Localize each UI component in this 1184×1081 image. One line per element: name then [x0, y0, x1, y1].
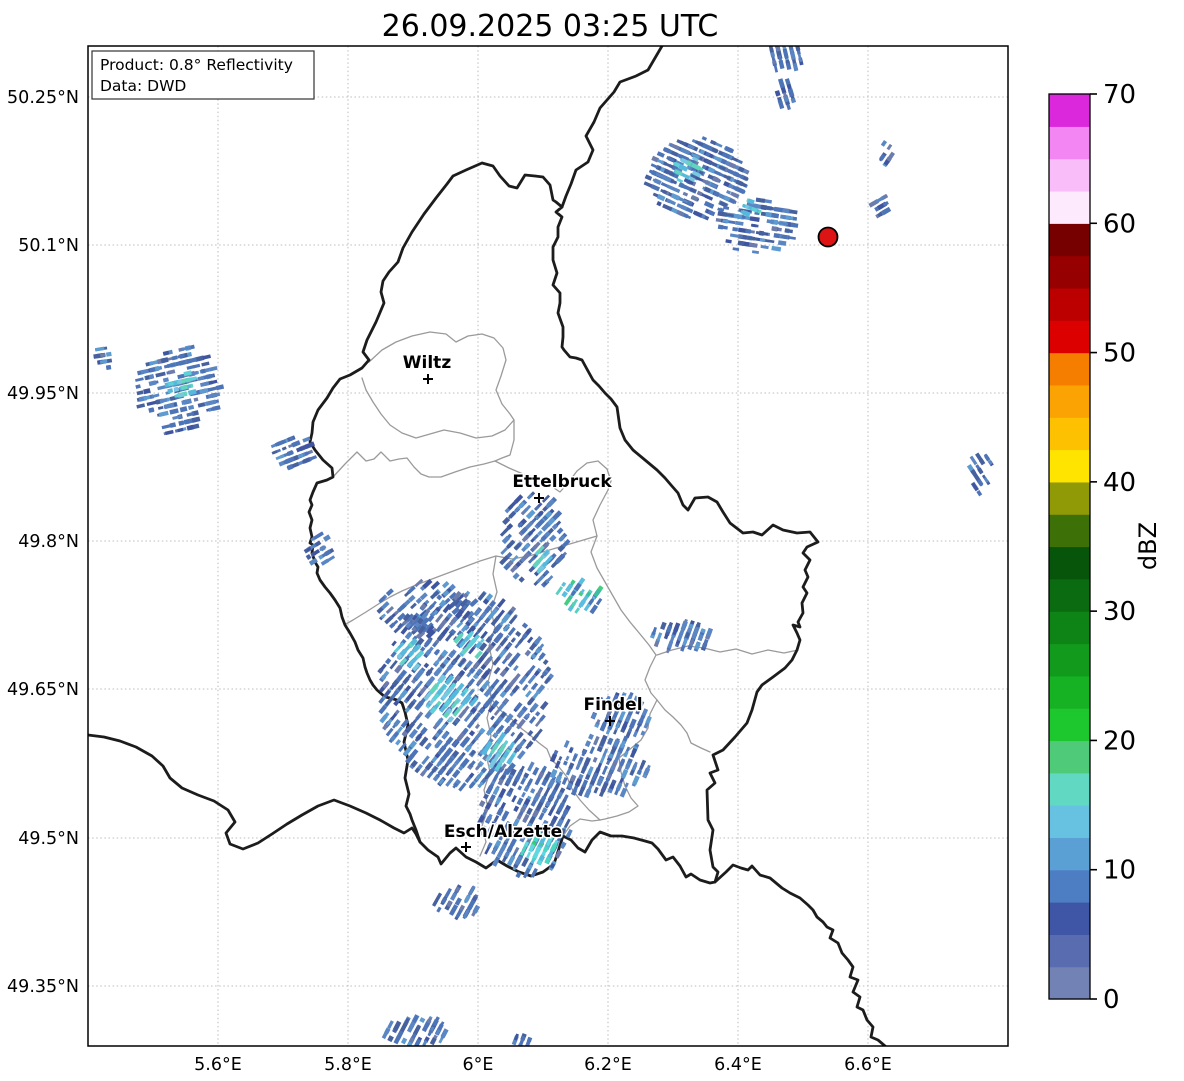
radar-site-dot	[817, 226, 839, 248]
colorbar-tick-label: 10	[1103, 856, 1136, 886]
colorbar-segment	[1049, 805, 1090, 838]
colorbar-segment	[1049, 546, 1090, 580]
plot-title: 26.09.2025 03:25 UTC	[382, 9, 719, 44]
info-box-product-line: Product: 0.8° Reflectivity	[100, 56, 293, 74]
colorbar-tick-label: 40	[1103, 468, 1136, 498]
colorbar-segment	[1049, 708, 1090, 742]
y-tick-label: 49.35°N	[7, 977, 79, 997]
radar-site-marker	[817, 226, 839, 248]
city-label: Ettelbruck	[512, 472, 612, 492]
colorbar-segment	[1049, 190, 1090, 224]
colorbar-segment	[1049, 449, 1090, 483]
colorbar-segment	[1049, 869, 1090, 903]
colorbar-segment	[1049, 255, 1090, 289]
colorbar-segment	[1049, 675, 1090, 709]
x-tick-label: 5.8°E	[324, 1055, 372, 1075]
y-tick-label: 49.95°N	[7, 384, 79, 404]
colorbar-tick-label: 0	[1103, 985, 1120, 1015]
y-tick-label: 50.1°N	[18, 236, 79, 256]
city-label: Esch/Alzette	[444, 822, 562, 842]
colorbar-segment	[1049, 772, 1090, 806]
colorbar-segment	[1049, 578, 1090, 612]
colorbar-segment	[1049, 384, 1090, 418]
x-tick-label: 5.6°E	[194, 1055, 242, 1075]
colorbar-segment	[1049, 966, 1090, 1000]
y-tick-label: 49.8°N	[18, 532, 79, 552]
colorbar-segment	[1049, 417, 1090, 451]
colorbar-segment	[1049, 514, 1090, 548]
colorbar-axis-label: dBZ	[1134, 522, 1162, 570]
city-label: Findel	[583, 695, 642, 715]
radar-map-canvas: Wiltz Ettelbruck Findel Esch/Alzette Produc…	[0, 0, 1184, 1081]
colorbar-segment	[1049, 320, 1090, 354]
x-tick-label: 6°E	[463, 1055, 494, 1075]
colorbar-segment	[1049, 611, 1090, 645]
colorbar-segment	[1049, 126, 1090, 160]
colorbar-tick-label: 70	[1103, 80, 1136, 110]
colorbar-tick-label: 30	[1103, 597, 1136, 627]
y-tick-label: 49.5°N	[18, 829, 79, 849]
colorbar-segment	[1049, 158, 1090, 192]
colorbar-segment	[1049, 837, 1090, 871]
colorbar-segment	[1049, 94, 1090, 127]
info-box-data-line: Data: DWD	[100, 77, 186, 95]
info-box: Product: 0.8° Reflectivity Data: DWD	[91, 50, 315, 100]
colorbar-segment	[1049, 934, 1090, 968]
radar-map-window: Wiltz Ettelbruck Findel Esch/Alzette Produc…	[0, 0, 1184, 1081]
colorbar-segment	[1049, 481, 1090, 515]
colorbar-segment	[1049, 352, 1090, 386]
colorbar-tick-label: 20	[1103, 726, 1136, 756]
colorbar-tick-label: 50	[1103, 339, 1136, 369]
x-tick-label: 6.6°E	[844, 1055, 892, 1075]
colorbar-segment	[1049, 223, 1090, 257]
colorbar-segment	[1049, 287, 1090, 321]
x-tick-label: 6.2°E	[584, 1055, 632, 1075]
colorbar-segment	[1049, 740, 1090, 774]
y-tick-label: 49.65°N	[7, 680, 79, 700]
colorbar-tick-label: 60	[1103, 209, 1136, 239]
x-tick-label: 6.4°E	[714, 1055, 762, 1075]
y-tick-label: 50.25°N	[7, 88, 79, 108]
city-label: Wiltz	[403, 353, 452, 373]
colorbar-segment	[1049, 902, 1090, 935]
colorbar-segment	[1049, 643, 1090, 677]
